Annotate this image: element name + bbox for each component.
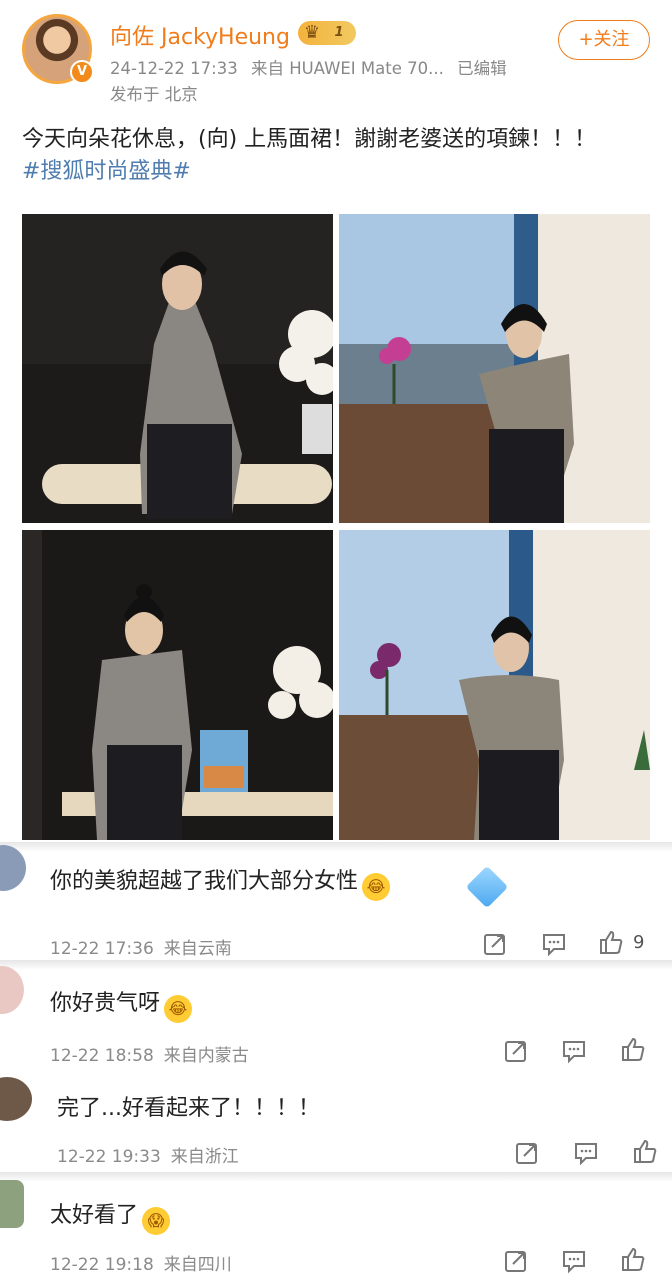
repost-icon[interactable] [482,931,508,957]
divider [0,842,672,852]
repost-icon[interactable] [503,1248,529,1274]
commenter-avatar[interactable] [0,966,24,1014]
comment-meta: 12-22 19:33 来自浙江 [57,1147,239,1167]
member-badge[interactable]: ♛ 1 [298,21,356,45]
comment-icon[interactable] [541,931,567,957]
post-text: 今天向朵花休息，(向) 上馬面裙！謝謝老婆送的項鍊！！！ [22,127,597,152]
commenter-avatar[interactable] [0,1077,32,1121]
photo-2[interactable] [339,214,650,523]
like-count: 9 [633,932,645,953]
divider [0,960,672,970]
comment-icon[interactable] [573,1140,599,1166]
post-body: 今天向朵花休息，(向) 上馬面裙！謝謝老婆送的項鍊！！！ #搜狐时尚盛典# [22,124,652,188]
laugh-cry-emoji: 😂 [164,995,193,1023]
verified-badge-icon: V [70,60,94,84]
sparkle-sticker-icon [465,865,509,909]
post-location: 发布于 北京 [110,85,198,104]
comment-meta: 12-22 18:58 来自内蒙古 [50,1046,249,1066]
photo-4[interactable] [339,530,650,840]
comment-icon[interactable] [561,1038,587,1064]
post-meta: 24-12-22 17:33 来自 HUAWEI Mate 70... 已编辑 [110,55,515,79]
crown-icon: ♛ [303,22,321,43]
comment-text: 你好贵气呀 😂 [50,985,193,1023]
photo-3[interactable] [22,530,333,840]
post-timestamp: 24-12-22 17:33 [110,59,238,78]
author-name[interactable]: 向佐 JackyHeung [110,19,290,51]
member-level: 1 [334,25,344,40]
post-source[interactable]: 来自 HUAWEI Mate 70... [251,59,444,78]
thumbs-up-icon[interactable] [632,1138,658,1164]
comment-text: 你的美貌超越了我们大部分女性 😂 [50,863,391,901]
divider [0,1172,672,1182]
comment-meta: 12-22 17:36 来自云南 [50,939,232,959]
repost-icon[interactable] [514,1140,540,1166]
thumbs-up-icon[interactable] [598,929,624,955]
hashtag-link[interactable]: #搜狐时尚盛典# [22,156,652,188]
commenter-avatar[interactable] [0,1180,24,1228]
photo-1[interactable] [22,214,333,523]
thumbs-up-icon[interactable] [620,1246,646,1272]
comment-text: 太好看了 😱 [50,1197,171,1235]
screaming-emoji: 😱 [142,1207,171,1235]
laugh-cry-emoji: 😂 [362,873,391,901]
comment-text: 完了...好看起来了！！！！ [57,1096,320,1121]
follow-button[interactable]: +关注 [558,20,650,60]
edited-label[interactable]: 已编辑 [457,59,507,78]
comment-meta: 12-22 19:18 来自四川 [50,1255,232,1275]
repost-icon[interactable] [503,1038,529,1064]
thumbs-up-icon[interactable] [620,1036,646,1062]
comment-icon[interactable] [561,1248,587,1274]
